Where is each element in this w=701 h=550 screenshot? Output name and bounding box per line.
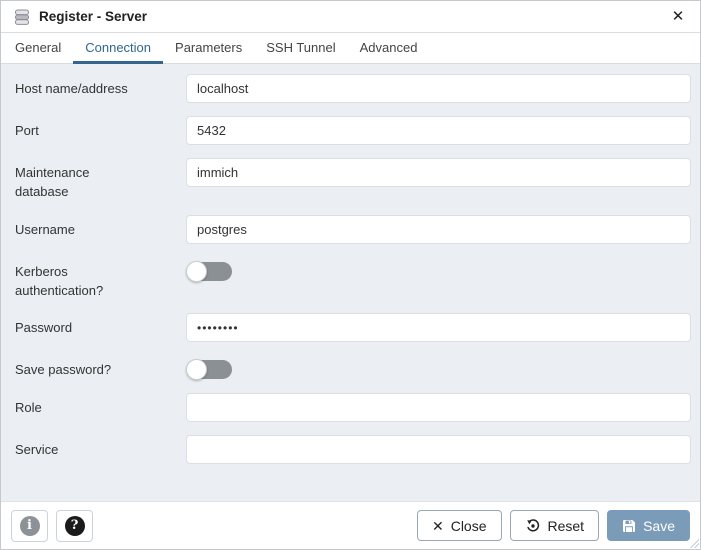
save-button[interactable]: Save: [607, 510, 690, 541]
field-label: Username: [15, 215, 145, 240]
field-label: Password: [15, 313, 145, 338]
close-button-label: Close: [451, 518, 487, 534]
toggle-knob: [186, 261, 207, 282]
field-label: Maintenance database: [15, 158, 145, 202]
tab-advanced[interactable]: Advanced: [348, 33, 430, 64]
form-row-maintenance-database: Maintenance database: [15, 158, 691, 202]
help-icon: ?: [65, 516, 85, 536]
server-stack-icon: [13, 8, 31, 26]
tab-general[interactable]: General: [3, 33, 73, 64]
tab-connection[interactable]: Connection: [73, 33, 163, 64]
dialog-titlebar: Register - Server ✕: [1, 1, 700, 33]
dialog-tabbar: General Connection Parameters SSH Tunnel…: [1, 33, 700, 64]
info-button[interactable]: i: [11, 510, 48, 542]
reset-button-label: Reset: [548, 518, 585, 534]
host-name-address-input[interactable]: [186, 74, 691, 103]
save-floppy-icon: [622, 519, 636, 533]
close-x-icon: ✕: [432, 519, 444, 533]
field-label: Role: [15, 393, 145, 418]
register-server-dialog: Register - Server ✕ General Connection P…: [0, 0, 701, 550]
dialog-title: Register - Server: [39, 9, 147, 24]
form-row-port: Port: [15, 116, 691, 145]
form-row-kerberos-authentication: Kerberos authentication?: [15, 257, 691, 301]
reset-restore-icon: [525, 518, 541, 534]
dialog-footer: i ? ✕ Close Reset: [1, 501, 700, 549]
password-input[interactable]: [186, 313, 691, 342]
tab-parameters[interactable]: Parameters: [163, 33, 254, 64]
port-input[interactable]: [186, 116, 691, 145]
form-row-service: Service: [15, 435, 691, 464]
username-input[interactable]: [186, 215, 691, 244]
save-password-toggle[interactable]: [186, 359, 232, 380]
field-label: Save password?: [15, 355, 145, 380]
info-icon: i: [20, 516, 40, 536]
kerberos-authentication-toggle[interactable]: [186, 261, 232, 282]
field-label: Service: [15, 435, 145, 460]
form-row-password: Password: [15, 313, 691, 342]
form-row-save-password: Save password?: [15, 355, 691, 380]
save-button-label: Save: [643, 518, 675, 534]
service-input[interactable]: [186, 435, 691, 464]
close-button[interactable]: ✕ Close: [417, 510, 502, 541]
help-button[interactable]: ?: [56, 510, 93, 542]
field-label: Kerberos authentication?: [15, 257, 145, 301]
role-input[interactable]: [186, 393, 691, 422]
dialog-close-icon[interactable]: ✕: [668, 7, 688, 27]
field-label: Port: [15, 116, 145, 141]
connection-form: Host name/address Port Maintenance databas…: [1, 64, 700, 501]
maintenance-database-input[interactable]: [186, 158, 691, 187]
form-row-host-name-address: Host name/address: [15, 74, 691, 103]
tab-ssh-tunnel[interactable]: SSH Tunnel: [254, 33, 347, 64]
reset-button[interactable]: Reset: [510, 510, 600, 541]
form-row-username: Username: [15, 215, 691, 244]
form-row-role: Role: [15, 393, 691, 422]
field-label: Host name/address: [15, 74, 145, 99]
